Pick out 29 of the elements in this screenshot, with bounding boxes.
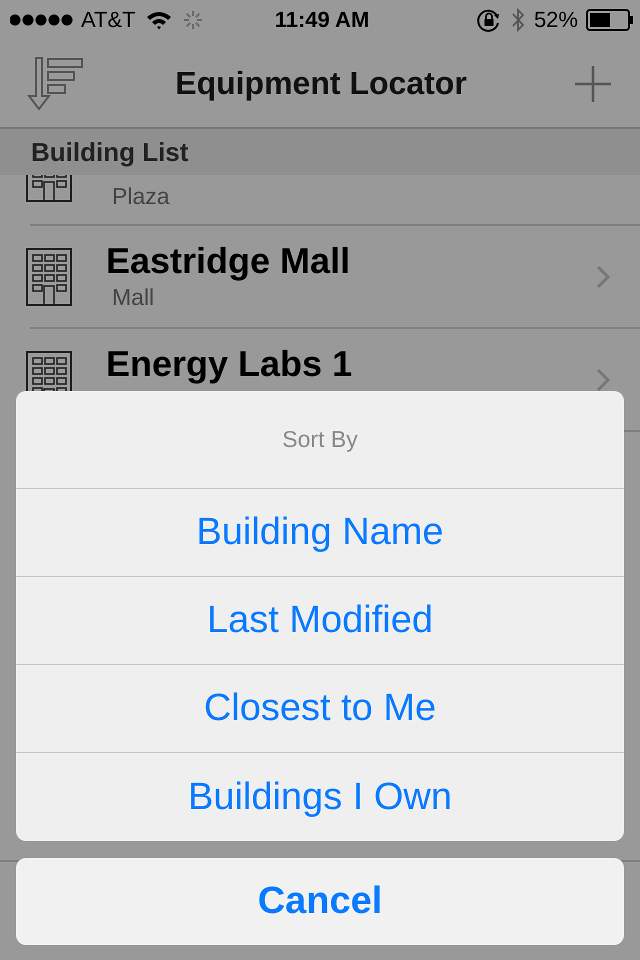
cancel-button[interactable]: Cancel bbox=[16, 858, 624, 945]
building-name: Energy Labs 1 bbox=[106, 343, 354, 386]
activity-spinner-icon bbox=[182, 9, 204, 31]
battery-icon bbox=[586, 9, 634, 31]
building-name: Eastridge Mall bbox=[106, 240, 352, 283]
wifi-icon bbox=[146, 10, 172, 30]
building-row[interactable]: Eastridge Mall Mall bbox=[30, 226, 640, 329]
nav-title: Equipment Locator bbox=[175, 65, 468, 102]
battery-percent: 52% bbox=[534, 7, 578, 33]
chevron-icon bbox=[596, 368, 610, 392]
sheet-title: Sort By bbox=[16, 391, 624, 489]
sort-option[interactable]: Buildings I Own bbox=[16, 753, 624, 841]
signal-icon bbox=[10, 12, 75, 28]
plus-icon bbox=[574, 64, 612, 102]
building-row[interactable]: Plaza bbox=[30, 175, 640, 226]
sort-option[interactable]: Building Name bbox=[16, 489, 624, 577]
section-header: Building List bbox=[31, 136, 188, 168]
building-icon bbox=[26, 248, 72, 306]
add-button[interactable] bbox=[574, 64, 612, 102]
sort-option[interactable]: Closest to Me bbox=[16, 665, 624, 753]
building-type: Mall bbox=[111, 284, 156, 311]
status-time: 11:49 AM bbox=[274, 7, 370, 33]
carrier-name: AT&T bbox=[81, 7, 136, 33]
bluetooth-icon bbox=[510, 6, 526, 34]
sort-option[interactable]: Last Modified bbox=[16, 577, 624, 665]
building-icon bbox=[26, 175, 72, 202]
building-type: Plaza bbox=[111, 183, 171, 210]
chevron-icon bbox=[596, 264, 610, 288]
rotation-lock-icon bbox=[476, 8, 502, 32]
